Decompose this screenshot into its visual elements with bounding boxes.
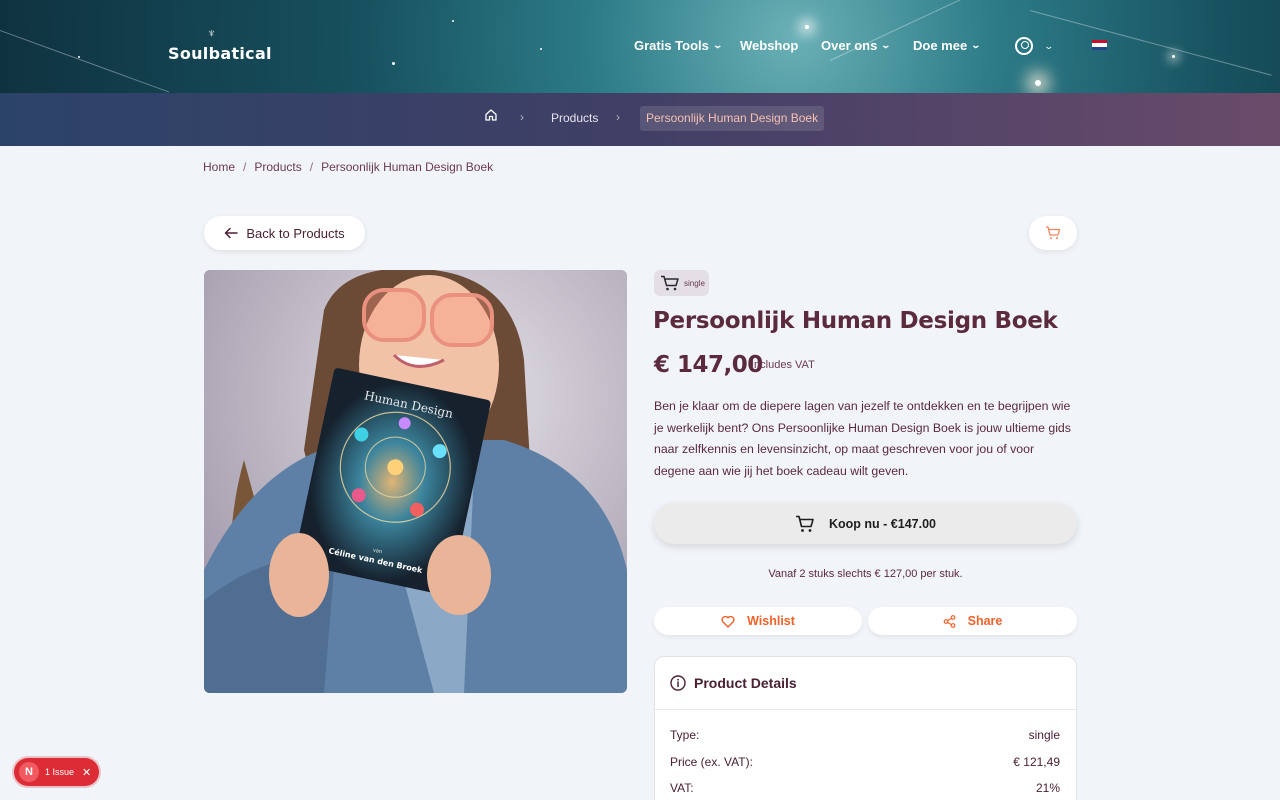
product-details-card: Product Details Type: single Price (ex. … xyxy=(654,656,1077,800)
share-icon xyxy=(943,614,956,628)
type-badge: single xyxy=(654,270,709,296)
chevron-down-icon: ⌄ xyxy=(712,40,723,50)
logo-mark-icon: ♆ xyxy=(207,26,216,40)
site-logo[interactable]: Soulbatical xyxy=(168,44,272,63)
details-value: 21% xyxy=(1035,781,1060,796)
home-icon[interactable] xyxy=(484,108,498,122)
subnav-current: Persoonlijk Human Design Boek xyxy=(640,106,825,131)
sparkle xyxy=(392,62,395,65)
vat-note: Includes VAT xyxy=(751,359,815,371)
nav-gratis-tools[interactable]: Gratis Tools ⌄ xyxy=(634,38,723,53)
chevron-down-icon: ⌄ xyxy=(880,40,892,50)
product-details-heading: Product Details xyxy=(694,675,797,691)
arrow-left-icon xyxy=(225,227,239,239)
info-icon xyxy=(670,675,686,691)
close-icon[interactable]: ✕ xyxy=(82,766,91,779)
subnav-products-link[interactable]: Products xyxy=(551,111,598,125)
details-value: € 121,49 xyxy=(1013,754,1060,769)
cart-icon xyxy=(1046,226,1061,239)
nav-label: Webshop xyxy=(740,38,799,53)
nav-label: Doe mee xyxy=(913,38,968,53)
sparkle xyxy=(805,25,809,29)
bulk-price-note: Vanaf 2 stuks slechts € 127,00 per stuk. xyxy=(768,568,963,580)
buy-now-label: Koop nu - €147.00 xyxy=(829,516,936,531)
chevron-right-icon: › xyxy=(616,110,620,124)
sparkle xyxy=(1172,55,1175,58)
sub-navigation: › Products › Persoonlijk Human Design Bo… xyxy=(0,93,1280,146)
wishlist-button[interactable]: Wishlist xyxy=(654,607,862,635)
cart-icon xyxy=(796,515,814,532)
chevron-down-icon: ⌄ xyxy=(970,40,982,50)
details-value: single xyxy=(1028,728,1060,743)
sparkle xyxy=(452,20,454,22)
chevron-down-icon: ⌄ xyxy=(1043,40,1055,51)
product-details-header: Product Details xyxy=(655,657,1076,710)
details-row-type: Type: single xyxy=(655,722,1076,749)
type-badge-label: single xyxy=(684,278,705,288)
breadcrumb-products[interactable]: Products xyxy=(254,160,301,174)
breadcrumb: Home / Products / Persoonlijk Human Desi… xyxy=(203,160,493,174)
back-button-label: Back to Products xyxy=(246,225,345,241)
cart-button[interactable] xyxy=(1029,216,1077,250)
product-description: Ben je klaar om de diepere lagen van jez… xyxy=(654,399,1071,478)
nl-flag-icon[interactable] xyxy=(1092,40,1107,50)
nav-webshop[interactable]: Webshop xyxy=(740,38,798,53)
details-row-price: Price (ex. VAT): € 121,49 xyxy=(655,749,1076,776)
details-label: Price (ex. VAT): xyxy=(670,754,753,769)
buy-now-button[interactable]: Koop nu - €147.00 xyxy=(654,503,1077,544)
details-label: Type: xyxy=(670,728,700,743)
breadcrumb-current: Persoonlijk Human Design Boek xyxy=(321,160,494,174)
back-to-products-button[interactable]: Back to Products xyxy=(204,216,365,250)
breadcrumb-separator: / xyxy=(309,160,314,174)
details-label: VAT: xyxy=(670,781,694,796)
nav-over-ons[interactable]: Over ons ⌄ xyxy=(821,38,892,53)
heart-icon xyxy=(721,615,735,628)
nav-label: Gratis Tools xyxy=(634,38,709,53)
user-menu-button[interactable]: ⌄ xyxy=(1015,37,1055,55)
product-price: € 147,00 xyxy=(654,352,763,378)
issues-count: 1 Issue xyxy=(45,767,75,777)
details-row-vat: VAT: 21% xyxy=(655,775,1076,800)
site-header: ♆ Soulbatical Gratis Tools ⌄ Webshop Over… xyxy=(0,0,1280,93)
sparkle xyxy=(540,48,542,50)
cart-icon xyxy=(661,275,679,291)
share-label: Share xyxy=(967,614,1003,628)
share-button[interactable]: Share xyxy=(868,607,1077,635)
nav-label: Over ons xyxy=(821,38,878,53)
breadcrumb-home[interactable]: Home xyxy=(203,160,235,174)
web-line xyxy=(1029,10,1272,76)
nextjs-logo-icon: N xyxy=(19,762,39,782)
product-photo: Human Design van Céline van den Broek xyxy=(204,270,627,693)
issues-badge[interactable]: N 1 Issue ✕ xyxy=(14,758,99,786)
wishlist-label: Wishlist xyxy=(747,614,795,628)
product-title: Persoonlijk Human Design Boek xyxy=(653,308,1058,334)
product-image[interactable]: Human Design van Céline van den Broek xyxy=(204,270,627,693)
user-icon xyxy=(1015,37,1033,55)
web-line xyxy=(0,30,170,93)
breadcrumb-separator: / xyxy=(243,160,247,174)
sparkle xyxy=(1035,80,1041,86)
chevron-right-icon: › xyxy=(520,110,524,124)
nav-doe-mee[interactable]: Doe mee ⌄ xyxy=(913,38,982,53)
